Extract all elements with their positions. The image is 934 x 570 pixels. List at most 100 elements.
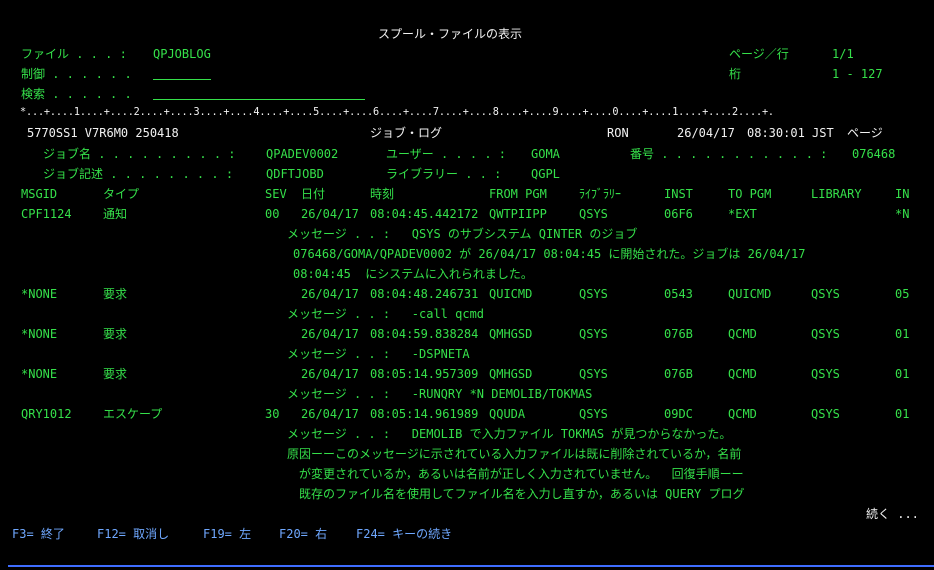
search-input[interactable]	[153, 87, 365, 100]
screen-title: スプール・ファイルの表示	[378, 27, 523, 41]
message-text: メッセージ . . : QSYS のサブシステム QINTER のジョブ	[287, 227, 638, 241]
row-msgid: CPF1124	[21, 207, 72, 221]
row-to-pgm: QCMD	[728, 407, 757, 421]
library-value: QGPL	[531, 167, 560, 181]
system-version: 5770SS1 V7R6M0 250418	[27, 126, 179, 140]
page-row-value: 1/1	[832, 47, 854, 61]
row-date: 26/04/17	[301, 367, 359, 381]
job-desc-value: QDFTJOBD	[266, 167, 324, 181]
row-type: 要求	[103, 367, 128, 381]
f24-more-keys[interactable]: F24= キーの続き	[356, 527, 452, 541]
row-library: QSYS	[811, 327, 840, 341]
page-label: ページ	[847, 126, 883, 140]
row-msgid: *NONE	[21, 287, 58, 301]
row-msgid: QRY1012	[21, 407, 72, 421]
row-from-pgm: QUICMD	[489, 287, 533, 301]
page-row-label: ページ／行	[729, 47, 789, 61]
row-from-lib: QSYS	[579, 407, 608, 421]
column-label: 桁	[729, 67, 742, 81]
col-from-lib: ﾗｲﾌﾞﾗﾘｰ	[579, 187, 622, 201]
row-type: 通知	[103, 207, 128, 221]
row-time: 08:05:14.957309	[370, 367, 479, 381]
row-type: エスケープ	[103, 407, 163, 421]
row-in: 05	[895, 287, 910, 301]
col-from-pgm: FROM PGM	[489, 187, 547, 201]
row-time: 08:04:59.838284	[370, 327, 479, 341]
col-date: 日付	[301, 187, 326, 201]
job-number-label: 番号 . . . . . . . . . . . :	[630, 147, 828, 161]
f12-cancel-key[interactable]: F12= 取消し	[97, 527, 169, 541]
row-date: 26/04/17	[301, 287, 359, 301]
message-text: メッセージ . . : -DSPNETA	[287, 347, 470, 361]
user-value: GOMA	[531, 147, 560, 161]
row-sev: 30	[265, 407, 280, 421]
job-number-value: 076468	[852, 147, 896, 161]
row-in: 01	[895, 367, 910, 381]
bottom-divider	[8, 565, 934, 567]
row-to-pgm: QCMD	[728, 367, 757, 381]
search-label: 検索 . . . . . .	[21, 87, 132, 101]
row-time: 08:04:45.442172	[370, 207, 479, 221]
file-label: ファイル . . . :	[21, 47, 127, 61]
print-time: 08:30:01 JST	[747, 126, 834, 140]
row-library: QSYS	[811, 407, 840, 421]
col-library: LIBRARY	[811, 187, 862, 201]
row-date: 26/04/17	[301, 207, 359, 221]
f20-right-key[interactable]: F20= 右	[279, 527, 327, 541]
col-time: 時刻	[370, 187, 395, 201]
row-to-pgm: QCMD	[728, 327, 757, 341]
row-type: 要求	[103, 327, 128, 341]
message-text: メッセージ . . : -call qcmd	[287, 307, 485, 321]
row-from-lib: QSYS	[579, 327, 608, 341]
message-text: 原因ーーこのメッセージに示されている入力ファイルは既に削除されているか，名前	[287, 447, 742, 461]
column-ruler: *...+....1....+....2....+....3....+....4…	[20, 107, 774, 118]
row-from-lib: QSYS	[579, 287, 608, 301]
col-sev: SEV	[265, 187, 287, 201]
job-log-title: ジョブ・ログ	[370, 126, 443, 140]
control-input[interactable]	[153, 67, 211, 80]
row-inst: 076B	[664, 367, 693, 381]
col-type: タイプ	[103, 187, 140, 201]
message-text: 08:04:45 にシステムに入れられました。	[293, 267, 533, 281]
row-to-pgm: *EXT	[728, 207, 757, 221]
control-label: 制御 . . . . . .	[21, 67, 132, 81]
row-inst: 06F6	[664, 207, 693, 221]
row-inst: 09DC	[664, 407, 693, 421]
row-library: QSYS	[811, 287, 840, 301]
f3-exit-key[interactable]: F3= 終了	[12, 527, 65, 541]
row-inst: 076B	[664, 327, 693, 341]
message-text: メッセージ . . : -RUNQRY *N DEMOLIB/TOKMAS	[287, 387, 593, 401]
col-msgid: MSGID	[21, 187, 58, 201]
user-label: ユーザー . . . . :	[386, 147, 507, 161]
row-sev: 00	[265, 207, 280, 221]
system-name: RON	[607, 126, 629, 140]
job-name-label: ジョブ名 . . . . . . . . . :	[43, 147, 236, 161]
row-in: *N	[895, 207, 910, 221]
col-in: IN	[895, 187, 910, 201]
row-from-lib: QSYS	[579, 207, 608, 221]
row-to-pgm: QUICMD	[728, 287, 772, 301]
col-inst: INST	[664, 187, 693, 201]
row-in: 01	[895, 327, 910, 341]
job-desc-label: ジョブ記述 . . . . . . . . :	[43, 167, 234, 181]
message-text: メッセージ . . : DEMOLIB で入力ファイル TOKMAS が見つから…	[287, 427, 732, 441]
row-inst: 0543	[664, 287, 693, 301]
row-in: 01	[895, 407, 910, 421]
more-indicator: 続く ...	[866, 507, 919, 521]
row-from-pgm: QMHGSD	[489, 367, 533, 381]
message-text: 076468/GOMA/QPADEV0002 が 26/04/17 08:04:…	[293, 247, 806, 261]
row-from-pgm: QMHGSD	[489, 327, 533, 341]
row-from-pgm: QWTPIIPP	[489, 207, 547, 221]
library-label: ライブラリー . . :	[386, 167, 502, 181]
row-msgid: *NONE	[21, 367, 58, 381]
message-text: 既存のファイル名を使用してファイル名を入力し直すか，あるいは QUERY プログ	[299, 487, 745, 501]
row-from-lib: QSYS	[579, 367, 608, 381]
job-name-value: QPADEV0002	[266, 147, 339, 161]
f19-left-key[interactable]: F19= 左	[203, 527, 251, 541]
row-msgid: *NONE	[21, 327, 58, 341]
row-from-pgm: QQUDA	[489, 407, 526, 421]
row-time: 08:05:14.961989	[370, 407, 479, 421]
print-date: 26/04/17	[677, 126, 735, 140]
column-value: 1 - 127	[832, 67, 883, 81]
file-value: QPJOBLOG	[153, 47, 211, 61]
